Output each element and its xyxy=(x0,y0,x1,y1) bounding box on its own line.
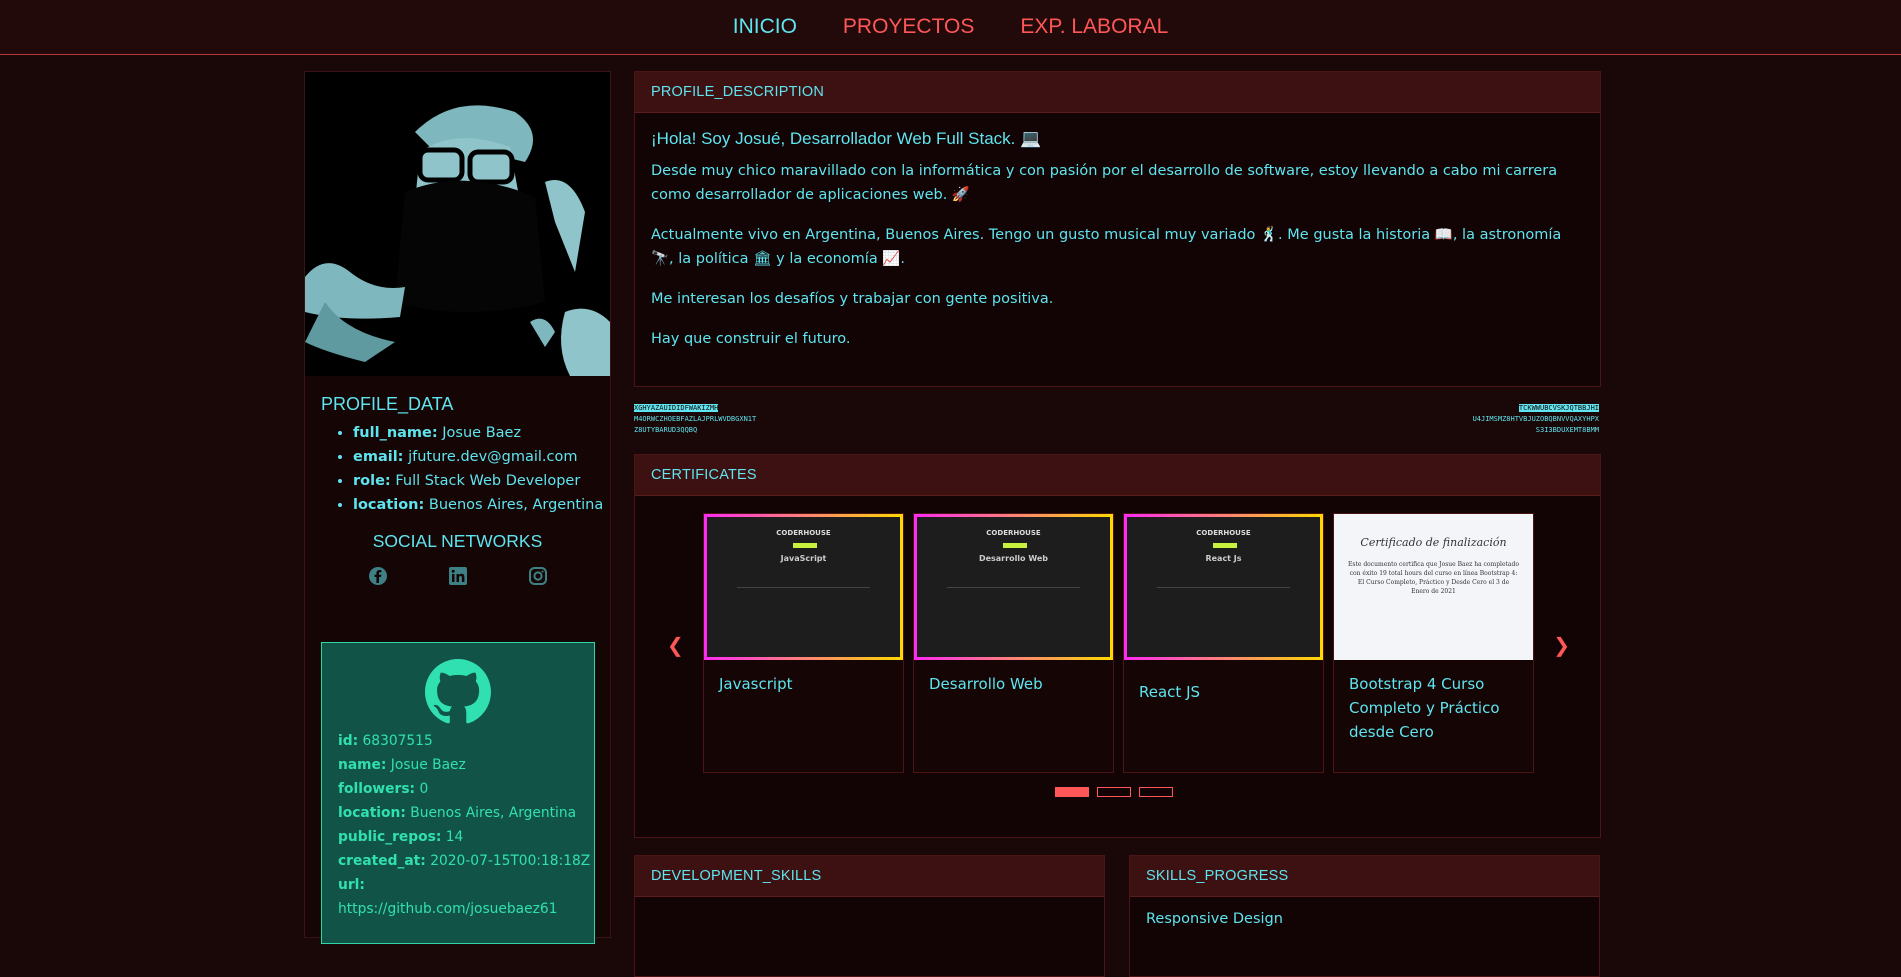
profile-sidebar: PROFILE_DATA full_name: Josue Baez email… xyxy=(304,71,611,944)
carousel-next-button[interactable]: ❯ xyxy=(1553,633,1570,657)
certificate-card[interactable]: CODERHOUSE React Js React JS xyxy=(1123,513,1324,773)
carousel-dot[interactable] xyxy=(1055,787,1089,797)
description-paragraph: Me interesan los desafíos y trabajar con… xyxy=(651,291,1054,307)
certificate-label: React JS xyxy=(1139,683,1201,701)
github-url-link[interactable]: https://github.com/josuebaez61 xyxy=(338,897,594,921)
certificate-thumbnail: CODERHOUSE React Js xyxy=(1124,514,1323,660)
description-paragraph: Desde muy chico maravillado con la infor… xyxy=(651,163,1558,203)
profile-description-panel: PROFILE_DESCRIPTION ¡Hola! Soy Josué, De… xyxy=(634,71,1601,387)
github-row: created_at: 2020-07-15T00:18:18Z xyxy=(338,853,591,869)
certificates-panel: CERTIFICATES ❮ ❯ CODERHOUSE JavaScript J… xyxy=(634,454,1601,838)
carousel-prev-button[interactable]: ❮ xyxy=(667,633,684,657)
carousel-dot[interactable] xyxy=(1139,787,1173,797)
github-data: id: 68307515 name: Josue Baez followers:… xyxy=(338,729,594,921)
certificate-card[interactable]: CODERHOUSE JavaScript Javascript xyxy=(703,513,904,773)
list-item: full_name: Josue Baez xyxy=(353,421,610,445)
certificate-thumbnail: Certificado de finalización Este documen… xyxy=(1334,514,1533,660)
linkedin-icon[interactable] xyxy=(448,566,468,586)
github-card: id: 68307515 name: Josue Baez followers:… xyxy=(321,642,595,944)
social-icons xyxy=(338,566,578,586)
nav-inicio[interactable]: INICIO xyxy=(733,15,797,39)
github-icon[interactable] xyxy=(425,659,491,725)
development-skills-panel: DEVELOPMENT_SKILLS xyxy=(634,855,1105,977)
facebook-icon[interactable] xyxy=(368,566,388,586)
carousel-dot[interactable] xyxy=(1097,787,1131,797)
github-row: name: Josue Baez xyxy=(338,757,466,773)
certificate-thumbnail: CODERHOUSE JavaScript xyxy=(704,514,903,660)
certificate-label: Desarrollo Web xyxy=(929,675,1043,693)
github-row: location: Buenos Aires, Argentina xyxy=(338,805,577,821)
description-heading: ¡Hola! Soy Josué, Desarrollador Web Full… xyxy=(651,129,1042,148)
certificate-label: Javascript xyxy=(719,675,793,693)
avatar xyxy=(305,72,610,376)
github-row: id: 68307515 xyxy=(338,733,433,749)
nav-proyectos[interactable]: PROYECTOS xyxy=(843,15,974,39)
certificate-card[interactable]: CODERHOUSE Desarrollo Web Desarrollo Web xyxy=(913,513,1114,773)
social-networks-title: SOCIAL NETWORKS xyxy=(372,531,543,551)
top-nav: INICIO PROYECTOS EXP. LABORAL xyxy=(0,0,1901,55)
list-item: location: Buenos Aires, Argentina xyxy=(353,493,610,517)
glitch-text-left: XGHYAZAUIDIDFWAKIZMH M4ORWCZHOEBFAZLAJPR… xyxy=(634,404,757,434)
list-item: role: Full Stack Web Developer xyxy=(353,469,610,493)
github-row: url: xyxy=(338,877,365,893)
profile-data-list: full_name: Josue Baez email: jfuture.dev… xyxy=(353,421,610,517)
profile-data-title: PROFILE_DATA xyxy=(321,394,454,414)
description-paragraph: Actualmente vivo en Argentina, Buenos Ai… xyxy=(651,227,1562,267)
instagram-icon[interactable] xyxy=(528,566,548,586)
glitch-text-right: TCKWWUBCVSKJQTBBJHI U4JIMSMZ8HTVBJUZOBQB… xyxy=(1472,404,1599,434)
nav-exp-laboral[interactable]: EXP. LABORAL xyxy=(1020,15,1168,39)
github-row: followers: 0 xyxy=(338,781,429,797)
skills-progress-panel: SKILLS_PROGRESS Responsive Design xyxy=(1129,855,1600,977)
github-row: public_repos: 14 xyxy=(338,829,464,845)
panel-header: CERTIFICATES xyxy=(635,455,1600,496)
description-paragraph: Hay que construir el futuro. xyxy=(651,331,851,347)
panel-header: SKILLS_PROGRESS xyxy=(1130,856,1599,897)
certificate-thumbnail: CODERHOUSE Desarrollo Web xyxy=(914,514,1113,660)
certificate-label: Bootstrap 4 Curso Completo y Práctico de… xyxy=(1349,675,1500,741)
list-item: email: jfuture.dev@gmail.com xyxy=(353,445,610,469)
panel-header: PROFILE_DESCRIPTION xyxy=(635,72,1600,113)
carousel-indicators xyxy=(1055,787,1173,797)
panel-header: DEVELOPMENT_SKILLS xyxy=(635,856,1104,897)
skill-label: Responsive Design xyxy=(1146,911,1283,927)
certificate-card[interactable]: Certificado de finalización Este documen… xyxy=(1333,513,1534,773)
